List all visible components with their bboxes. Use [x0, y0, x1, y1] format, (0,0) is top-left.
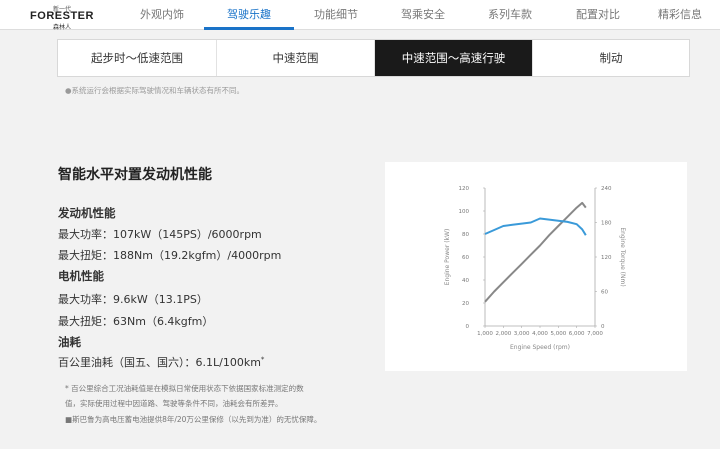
- forester-logo[interactable]: 新一代 FORESTER 森林人: [20, 4, 104, 31]
- nav-item-highlights[interactable]: 精彩信息: [640, 0, 720, 30]
- x-tick-label: 5,000: [550, 331, 566, 337]
- nav-item-driving-fun[interactable]: 驾驶乐趣: [204, 0, 294, 30]
- y-left-axis-title: Engine Power (kW): [444, 229, 451, 286]
- y-left-tick-label: 60: [462, 255, 469, 261]
- tab-mid-high-speed[interactable]: 中速范围～高速行驶: [375, 40, 533, 76]
- y-left-tick-label: 20: [462, 301, 469, 307]
- y-right-tick-label: 0: [601, 324, 605, 330]
- x-axis-title: Engine Speed (rpm): [510, 344, 570, 351]
- x-tick-label: 2,000: [495, 331, 511, 337]
- motor-torque: 最大扭矩：63Nm（6.4kgfm）: [58, 315, 214, 328]
- system-notice: ●系统运行会根据实际驾驶情况和车辆状态有所不同。: [65, 86, 245, 95]
- y-left-tick-label: 40: [462, 278, 469, 284]
- top-nav: 新一代 FORESTER 森林人 外观内饰 驾驶乐趣 功能细节 驾乘安全 系列车…: [0, 0, 720, 31]
- y-right-tick-label: 60: [601, 290, 608, 296]
- fuel-consumption: 百公里油耗（国五、国六）：6.1L/100km*: [58, 354, 264, 370]
- x-tick-label: 4,000: [532, 331, 548, 337]
- nav-item-safety[interactable]: 驾乘安全: [381, 0, 465, 30]
- engine-torque: 最大扭矩：188Nm（19.2kgfm）/4000rpm: [58, 249, 282, 262]
- fuel-heading: 油耗: [58, 335, 81, 349]
- engine-performance-chart: 1,000 2,000 3,000 4,000 5,000 6,000 7,000 0 20 40…: [385, 162, 687, 371]
- nav-item-features[interactable]: 功能细节: [294, 0, 378, 30]
- x-tick-label: 1,000: [477, 331, 493, 337]
- performance-title: 智能水平对置发动机性能: [58, 167, 212, 183]
- nav-active-indicator: [204, 27, 294, 30]
- y-right-tick-label: 120: [601, 255, 612, 261]
- nav-item-exterior[interactable]: 外观内饰: [120, 0, 204, 30]
- footnote-line-2: 值，实际使用过程中因道路、驾驶等条件不同，油耗会有所差异。: [65, 399, 283, 408]
- tab-low-speed[interactable]: 起步时～低速范围: [58, 40, 217, 76]
- logo-cn-text: 森林人: [52, 24, 71, 31]
- engine-power: 最大功率：107kW（145PS）/6000rpm: [58, 228, 262, 241]
- y-right-tick-label: 240: [601, 186, 612, 192]
- engine-heading: 发动机性能: [58, 206, 116, 220]
- chart-svg: 1,000 2,000 3,000 4,000 5,000 6,000 7,00002040…: [444, 186, 626, 351]
- y-left-tick-label: 100: [459, 209, 470, 215]
- x-tick-label: 6,000: [569, 331, 585, 337]
- y-right-tick-label: 180: [601, 221, 612, 227]
- footnote-line-1: * 百公里综合工况油耗值是在模拟日常使用状态下依据国家标准测定的数: [65, 384, 304, 393]
- fuel-consumption-value: 百公里油耗（国五、国六）：6.1L/100km: [58, 356, 261, 369]
- motor-power: 最大功率：9.6kW（13.1PS）: [58, 293, 208, 306]
- x-tick-label: 3,000: [514, 331, 530, 337]
- speed-range-tabs: 起步时～低速范围 中速范围 中速范围～高速行驶 制动: [57, 39, 690, 77]
- y-right-axis-title: Engine Torque (Nm): [619, 227, 626, 286]
- engine-power-line: [484, 201, 587, 303]
- motor-heading: 电机性能: [58, 269, 104, 283]
- y-left-tick-label: 120: [459, 186, 470, 192]
- logo-main-text: FORESTER: [30, 10, 94, 22]
- y-left-tick-label: 0: [466, 324, 470, 330]
- fuel-footnote-mark: *: [260, 355, 265, 364]
- tab-mid-speed[interactable]: 中速范围: [217, 40, 375, 76]
- engine-torque-line: [484, 217, 587, 236]
- nav-item-compare[interactable]: 配置对比: [556, 0, 640, 30]
- nav-item-models[interactable]: 系列车款: [468, 0, 552, 30]
- y-left-tick-label: 80: [462, 232, 469, 238]
- tab-braking[interactable]: 制动: [533, 40, 689, 76]
- footnote-line-3: ■斯巴鲁为高电压蓄电池提供8年/20万公里保修（以先到为准）的无忧保障。: [65, 415, 322, 424]
- x-tick-label: 7,000: [587, 331, 603, 337]
